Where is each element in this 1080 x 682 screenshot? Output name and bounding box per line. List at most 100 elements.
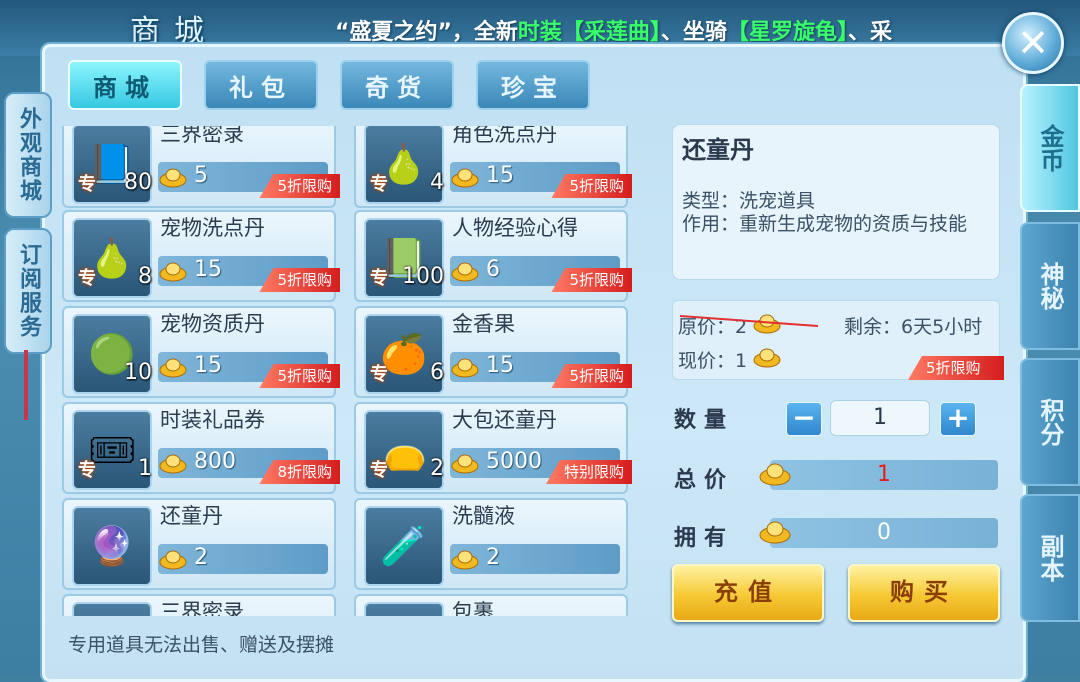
ingot-icon	[451, 262, 479, 282]
item-name: 角色洗点丹	[452, 126, 557, 146]
item-card[interactable]: 🔮 还童丹 2	[62, 498, 336, 590]
current-price: 现价：1	[678, 346, 747, 373]
item-grid[interactable]: 📘 专 80 三界密录 5 5折限购 🍐 专 4 角色洗点丹 15 5折限购 🍐 专 8 宠物洗点丹 15 5折限…	[62, 126, 632, 616]
item-price: 15	[194, 353, 222, 378]
tab-gift-pack[interactable]: 礼包	[204, 60, 318, 110]
item-quantity: 4	[430, 170, 444, 195]
right-tab-label: 神秘	[1036, 262, 1064, 310]
bag-icon	[364, 602, 444, 616]
total-price-label: 总价	[674, 468, 735, 493]
item-quantity	[364, 552, 444, 586]
marquee-text: “盛夏之约”，全新	[335, 20, 518, 44]
tab-treasure[interactable]: 珍宝	[476, 60, 590, 110]
item-name: 金香果	[452, 312, 515, 336]
item-card[interactable]: 📘 专 80 三界密录 5 5折限购	[62, 126, 340, 208]
quantity-decrease-button[interactable]: −	[786, 402, 822, 436]
item-price: 2	[486, 545, 500, 570]
tab-label: 奇货	[365, 73, 429, 102]
quantity-input[interactable]: 1	[830, 400, 930, 436]
side-tab-subscription[interactable]: 订阅服务	[4, 228, 52, 354]
strikethrough-line	[680, 315, 819, 327]
recharge-button[interactable]: 充值	[672, 564, 824, 622]
owned-label: 拥有	[674, 526, 735, 551]
tab-shop[interactable]: 商城	[68, 60, 182, 110]
right-tab-label: 积分	[1036, 398, 1064, 446]
announcement-marquee: “盛夏之约”，全新时装【采莲曲】、坐骑【星罗旋龟】、采	[335, 14, 945, 44]
ingot-icon	[451, 168, 479, 188]
current-price-value: 1	[735, 350, 748, 372]
discount-badge: 5折限购	[908, 356, 1004, 380]
quantity-increase-button[interactable]: +	[940, 402, 976, 436]
marquee-text: 、坐骑	[660, 20, 727, 44]
tab-rare-goods[interactable]: 奇货	[340, 60, 454, 110]
item-quantity: 100	[402, 264, 444, 289]
item-quantity: 80	[124, 170, 152, 195]
marquee-highlight: 【星罗旋龟】	[726, 20, 848, 44]
item-card[interactable]: 🍐 专 4 角色洗点丹 15 5折限购	[354, 126, 632, 208]
detail-type-label: 类型：	[682, 190, 740, 212]
item-card[interactable]: 🟢 10 宠物资质丹 15 5折限购	[62, 306, 340, 398]
ingot-icon	[159, 454, 187, 474]
right-tab-points[interactable]: 积分	[1020, 358, 1080, 486]
item-quantity: 8	[138, 264, 152, 289]
ingot-icon	[451, 358, 479, 378]
item-card[interactable]: 🍐 专 8 宠物洗点丹 15 5折限购	[62, 210, 340, 302]
owned-value: 0	[770, 518, 998, 548]
right-tab-dungeon[interactable]: 副本	[1020, 494, 1080, 622]
ingot-icon	[759, 521, 791, 544]
book-icon	[72, 602, 152, 616]
close-button[interactable]: ✕	[1002, 12, 1064, 74]
ingot-icon	[159, 550, 187, 570]
right-tab-label: 金币	[1036, 124, 1064, 172]
right-tab-gold-coin[interactable]: 金币	[1020, 84, 1080, 212]
right-tab-label: 副本	[1036, 534, 1064, 582]
footer-note: 专用道具无法出售、赠送及摆摊	[68, 634, 335, 656]
item-card[interactable]: 📗 专 100 人物经验心得 6 5折限购	[354, 210, 632, 302]
ingot-icon	[159, 358, 187, 378]
discount-badge: 8折限购	[259, 460, 340, 484]
item-quantity: 6	[430, 360, 444, 385]
item-quantity: 2	[430, 456, 444, 481]
tab-label: 礼包	[229, 73, 293, 102]
ingot-icon	[451, 550, 479, 570]
item-name: 三界密录	[160, 126, 244, 146]
item-price: 6	[486, 257, 500, 282]
item-card[interactable]: 包裹	[354, 594, 628, 616]
ingot-icon	[159, 168, 187, 188]
side-tab-appearance-shop[interactable]: 外观商城	[4, 92, 52, 218]
marquee-text: 、采	[847, 20, 892, 44]
discount-badge: 5折限购	[551, 268, 632, 292]
detail-effect-value: 重新生成宠物的资质与技能	[739, 213, 968, 235]
item-quantity: 1	[138, 456, 152, 481]
marquee-highlight: 时装【采莲曲】	[517, 20, 661, 44]
detail-item-name: 还童丹	[682, 136, 754, 164]
discount-badge: 5折限购	[259, 174, 340, 198]
ingot-icon	[759, 463, 791, 486]
item-price: 15	[486, 353, 514, 378]
item-price: 15	[486, 163, 514, 188]
item-price: 15	[194, 257, 222, 282]
item-quantity	[72, 552, 152, 586]
item-quantity: 10	[124, 360, 152, 385]
item-card[interactable]: 三界密录	[62, 594, 336, 616]
item-card[interactable]: 🍊 专 6 金香果 15 5折限购	[354, 306, 632, 398]
item-card[interactable]: 🎟 专 1 时装礼品券 800 8折限购	[62, 402, 340, 494]
item-card[interactable]: 🧪 洗髓液 2	[354, 498, 628, 590]
remaining-time: 剩余：6天5小时	[844, 312, 982, 339]
discount-badge: 5折限购	[551, 364, 632, 388]
buy-button[interactable]: 购买	[848, 564, 1000, 622]
close-icon: ✕	[1017, 21, 1049, 65]
detail-effect: 作用：重新生成宠物的资质与技能	[682, 212, 992, 237]
item-name: 人物经验心得	[452, 216, 578, 240]
tassel-decoration	[24, 350, 28, 420]
item-price: 800	[194, 449, 236, 474]
item-name: 包裹	[452, 600, 494, 616]
quantity-label: 数量	[674, 408, 735, 433]
right-tab-mystery[interactable]: 神秘	[1020, 222, 1080, 350]
discount-badge: 5折限购	[259, 364, 340, 388]
detail-effect-label: 作用：	[682, 213, 740, 235]
item-card[interactable]: 👝 专 2 大包还童丹 5000 特别限购	[354, 402, 632, 494]
tab-label: 珍宝	[501, 73, 565, 102]
remaining-label: 剩余：	[844, 316, 902, 338]
item-name: 三界密录	[160, 600, 244, 616]
